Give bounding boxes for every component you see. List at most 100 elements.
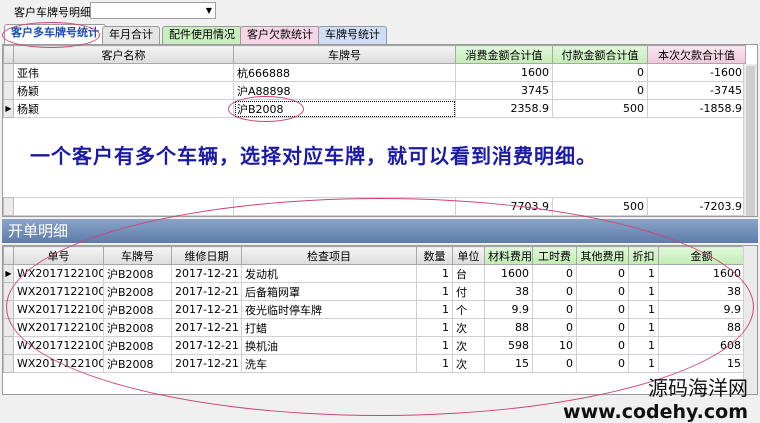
cell-discount[interactable]: 1	[628, 318, 659, 337]
tab-parts-usage[interactable]: 配件使用情况	[162, 26, 242, 44]
cell-qty[interactable]: 1	[416, 300, 453, 319]
header-date[interactable]: 维修日期	[171, 246, 242, 265]
cell-labor-fee[interactable]: 0	[532, 282, 577, 301]
tab-year-month-total[interactable]: 年月合计	[102, 26, 160, 44]
header-plate[interactable]: 车牌号	[103, 246, 172, 265]
cell-plate[interactable]: 沪B2008	[103, 354, 172, 373]
cell-amount[interactable]: 88	[658, 318, 745, 337]
table-row[interactable]: 杨颖 沪A88898 3745 0 -3745	[3, 81, 746, 100]
chevron-down-icon[interactable]: ▼	[206, 3, 212, 18]
cell-unit[interactable]: 付	[452, 282, 485, 301]
table-row[interactable]: WX20171221001 沪B2008 2017-12-21 夜光临时停车牌 …	[3, 300, 745, 319]
cell-material-fee[interactable]: 598	[484, 336, 533, 355]
cell-amount[interactable]: 1600	[658, 264, 745, 283]
cell-debt[interactable]: -1600	[647, 63, 746, 82]
cell-plate[interactable]: 沪A88898	[233, 81, 456, 100]
table-row[interactable]: WX20171221001 沪B2008 2017-12-21 换机油 1 次 …	[3, 336, 745, 355]
cell-date[interactable]: 2017-12-21	[171, 300, 242, 319]
cell-plate[interactable]: 沪B2008	[103, 336, 172, 355]
cell-date[interactable]: 2017-12-21	[171, 282, 242, 301]
scrollbar-thumb[interactable]	[746, 66, 755, 216]
cell-material-fee[interactable]: 15	[484, 354, 533, 373]
cell-labor-fee[interactable]: 0	[532, 300, 577, 319]
cell-qty[interactable]: 1	[416, 318, 453, 337]
cell-qty[interactable]: 1	[416, 282, 453, 301]
cell-discount[interactable]: 1	[628, 336, 659, 355]
cell-other-fee[interactable]: 0	[576, 336, 629, 355]
cell-order-no[interactable]: WX20171221001	[13, 354, 104, 373]
cell-unit[interactable]: 次	[452, 318, 485, 337]
cell-customer[interactable]: 杨颖	[13, 99, 234, 118]
cell-item[interactable]: 洗车	[241, 354, 417, 373]
cell-order-no[interactable]: WX20171221001	[13, 300, 104, 319]
cell-labor-fee[interactable]: 0	[532, 354, 577, 373]
header-amount[interactable]: 金额	[658, 246, 745, 265]
cell-other-fee[interactable]: 0	[576, 300, 629, 319]
cell-material-fee[interactable]: 38	[484, 282, 533, 301]
header-other-fee[interactable]: 其他费用	[576, 246, 629, 265]
cell-qty[interactable]: 1	[416, 336, 453, 355]
cell-material-fee[interactable]: 9.9	[484, 300, 533, 319]
cell-paid[interactable]: 0	[552, 63, 648, 82]
cell-item[interactable]: 换机油	[241, 336, 417, 355]
header-material-fee[interactable]: 材料费用	[484, 246, 533, 265]
cell-amount[interactable]: 608	[658, 336, 745, 355]
cell-spend[interactable]: 3745	[455, 81, 553, 100]
cell-spend[interactable]: 1600	[455, 63, 553, 82]
header-customer-name[interactable]: 客户名称	[13, 45, 234, 64]
header-debt-total[interactable]: 本次欠款合计值	[647, 45, 746, 64]
cell-discount[interactable]: 1	[628, 300, 659, 319]
cell-amount[interactable]: 9.9	[658, 300, 745, 319]
cell-plate[interactable]: 沪B2008	[103, 318, 172, 337]
tab-plate-stats[interactable]: 车牌号统计	[318, 26, 387, 44]
table-row-selected[interactable]: ▶ 杨颖 沪B2008 2358.9 500 -1858.9	[3, 99, 746, 118]
cell-qty[interactable]: 1	[416, 354, 453, 373]
header-item[interactable]: 检查项目	[241, 246, 417, 265]
cell-item[interactable]: 后备箱网罩	[241, 282, 417, 301]
cell-unit[interactable]: 次	[452, 336, 485, 355]
table-row[interactable]: WX20171221001 沪B2008 2017-12-21 后备箱网罩 1 …	[3, 282, 745, 301]
header-plate[interactable]: 车牌号	[233, 45, 456, 64]
cell-labor-fee[interactable]: 0	[532, 318, 577, 337]
cell-item[interactable]: 夜光临时停车牌	[241, 300, 417, 319]
tab-customer-multi-plate[interactable]: 客户多车牌号统计	[4, 24, 106, 44]
cell-customer[interactable]: 亚伟	[13, 63, 234, 82]
table-row[interactable]: WX20171221001 沪B2008 2017-12-21 洗车 1 次 1…	[3, 354, 745, 373]
cell-date[interactable]: 2017-12-21	[171, 318, 242, 337]
cell-labor-fee[interactable]: 0	[532, 264, 577, 283]
cell-paid[interactable]: 500	[552, 99, 648, 118]
cell-item[interactable]: 打蜡	[241, 318, 417, 337]
cell-unit[interactable]: 次	[452, 354, 485, 373]
cell-unit[interactable]: 台	[452, 264, 485, 283]
tab-customer-debt[interactable]: 客户欠款统计	[240, 26, 320, 44]
cell-qty[interactable]: 1	[416, 264, 453, 283]
table-row[interactable]: ▶ WX20171221001 沪B2008 2017-12-21 发动机 1 …	[3, 264, 745, 283]
cell-plate[interactable]: 沪B2008	[103, 264, 172, 283]
cell-unit[interactable]: 个	[452, 300, 485, 319]
cell-material-fee[interactable]: 1600	[484, 264, 533, 283]
cell-customer[interactable]: 杨颖	[13, 81, 234, 100]
cell-other-fee[interactable]: 0	[576, 282, 629, 301]
cell-spend[interactable]: 2358.9	[455, 99, 553, 118]
header-discount[interactable]: 折扣	[628, 246, 659, 265]
cell-material-fee[interactable]: 88	[484, 318, 533, 337]
vertical-scrollbar[interactable]	[743, 64, 757, 216]
cell-discount[interactable]: 1	[628, 264, 659, 283]
cell-other-fee[interactable]: 0	[576, 264, 629, 283]
cell-discount[interactable]: 1	[628, 354, 659, 373]
header-qty[interactable]: 数量	[416, 246, 453, 265]
cell-other-fee[interactable]: 0	[576, 318, 629, 337]
cell-item[interactable]: 发动机	[241, 264, 417, 283]
plate-detail-dropdown[interactable]: ▼	[90, 2, 216, 19]
header-spend-total[interactable]: 消费金额合计值	[455, 45, 553, 64]
cell-plate[interactable]: 沪B2008	[103, 282, 172, 301]
table-row[interactable]: WX20171221001 沪B2008 2017-12-21 打蜡 1 次 8…	[3, 318, 745, 337]
cell-order-no[interactable]: WX20171221001	[13, 282, 104, 301]
cell-plate[interactable]: 沪B2008	[103, 300, 172, 319]
cell-order-no[interactable]: WX20171221001	[13, 318, 104, 337]
cell-plate[interactable]: 杭666888	[233, 63, 456, 82]
cell-order-no[interactable]: WX20171221001	[13, 264, 104, 283]
cell-labor-fee[interactable]: 10	[532, 336, 577, 355]
cell-date[interactable]: 2017-12-21	[171, 336, 242, 355]
cell-amount[interactable]: 15	[658, 354, 745, 373]
